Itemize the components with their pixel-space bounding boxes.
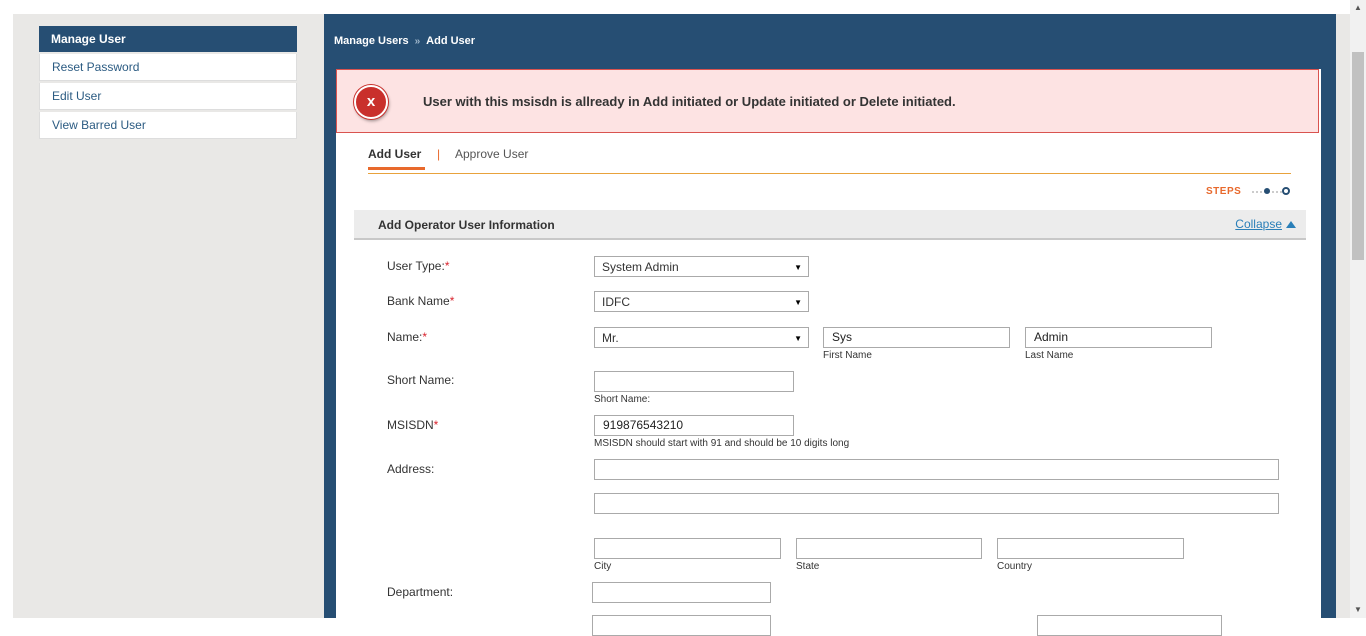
name-title-value: Mr. [602, 331, 619, 345]
name-label: Name:* [387, 330, 427, 344]
breadcrumb: Manage Users » Add User [334, 35, 475, 47]
next-row-input-1[interactable] [592, 615, 771, 636]
address-line2-input[interactable] [594, 493, 1279, 514]
last-name-hint: Last Name [1025, 350, 1074, 361]
error-x-icon: x [354, 85, 388, 119]
dropdown-arrow-icon: ▼ [794, 298, 802, 307]
tab-approve-user[interactable]: Approve User [455, 147, 528, 161]
short-name-input[interactable] [594, 371, 794, 392]
user-type-label-text: User Type: [387, 259, 445, 273]
next-row-input-2[interactable] [1037, 615, 1222, 636]
required-marker: * [449, 294, 455, 308]
error-alert: x User with this msisdn is allready in A… [336, 69, 1319, 133]
tab-bar: Add User | Approve User [368, 146, 1291, 174]
required-marker: * [433, 418, 439, 432]
tab-divider: | [437, 147, 441, 161]
collapse-link[interactable]: Collapse [1235, 217, 1296, 231]
breadcrumb-current: Add User [426, 35, 476, 47]
main-panel: Manage Users » Add User x User with this m… [324, 14, 1336, 636]
breadcrumb-separator-icon: » [414, 36, 421, 47]
content-area: x User with this msisdn is allready in A… [336, 69, 1321, 636]
alert-message: User with this msisdn is allready in Add… [423, 94, 956, 109]
user-type-select[interactable]: System Admin ▼ [594, 256, 809, 277]
msisdn-input[interactable]: 919876543210 [594, 415, 794, 436]
state-input[interactable] [796, 538, 982, 559]
sidebar-item-view-barred-user[interactable]: View Barred User [39, 112, 297, 139]
dropdown-arrow-icon: ▼ [794, 263, 802, 272]
state-hint: State [796, 561, 820, 572]
collapse-arrow-icon [1286, 221, 1296, 228]
scroll-up-arrow-icon[interactable]: ▲ [1350, 0, 1366, 16]
address-line1-input[interactable] [594, 459, 1279, 480]
required-marker: * [444, 259, 450, 273]
msisdn-label: MSISDN* [387, 418, 438, 432]
city-input[interactable] [594, 538, 781, 559]
step-1-indicator-icon [1264, 188, 1270, 194]
section-title: Add Operator User Information [378, 218, 555, 232]
sidebar-header: Manage User [39, 26, 297, 52]
sidebar-item-edit-user[interactable]: Edit User [39, 83, 297, 110]
user-type-value: System Admin [602, 260, 679, 274]
bank-name-label: Bank Name* [387, 294, 454, 308]
bank-name-label-text: Bank Name [387, 294, 450, 308]
tab-add-user[interactable]: Add User [368, 147, 425, 170]
page-scrollbar[interactable]: ▲ ▼ [1350, 0, 1366, 618]
sidebar: Manage User Reset Password Edit User Vie… [39, 26, 297, 139]
last-name-input[interactable]: Admin [1025, 327, 1212, 348]
name-label-text: Name: [387, 330, 423, 344]
address-label: Address: [387, 462, 435, 476]
country-hint: Country [997, 561, 1033, 572]
collapse-label: Collapse [1235, 217, 1282, 231]
sidebar-item-reset-password[interactable]: Reset Password [39, 54, 297, 81]
msisdn-hint: MSISDN should start with 91 and should b… [594, 438, 850, 449]
short-name-hint: Short Name: [594, 394, 651, 405]
required-marker: * [422, 330, 428, 344]
city-hint: City [594, 561, 612, 572]
bank-name-select[interactable]: IDFC ▼ [594, 291, 809, 312]
department-input[interactable] [592, 582, 771, 603]
name-title-select[interactable]: Mr. ▼ [594, 327, 809, 348]
first-name-hint: First Name [823, 350, 872, 361]
step-2-indicator-icon [1282, 187, 1290, 195]
scroll-down-arrow-icon[interactable]: ▼ [1350, 602, 1366, 618]
first-name-input[interactable]: Sys [823, 327, 1010, 348]
steps-label: STEPS [1206, 186, 1242, 197]
scrollbar-thumb[interactable] [1352, 52, 1364, 260]
breadcrumb-parent[interactable]: Manage Users [334, 35, 409, 47]
bank-name-value: IDFC [602, 295, 630, 309]
section-header: Add Operator User Information Collapse [354, 210, 1306, 240]
user-type-label: User Type:* [387, 259, 449, 273]
short-name-label: Short Name: [387, 373, 455, 387]
dropdown-arrow-icon: ▼ [794, 334, 802, 343]
msisdn-label-text: MSISDN [387, 418, 434, 432]
department-label: Department: [387, 585, 454, 599]
country-input[interactable] [997, 538, 1184, 559]
